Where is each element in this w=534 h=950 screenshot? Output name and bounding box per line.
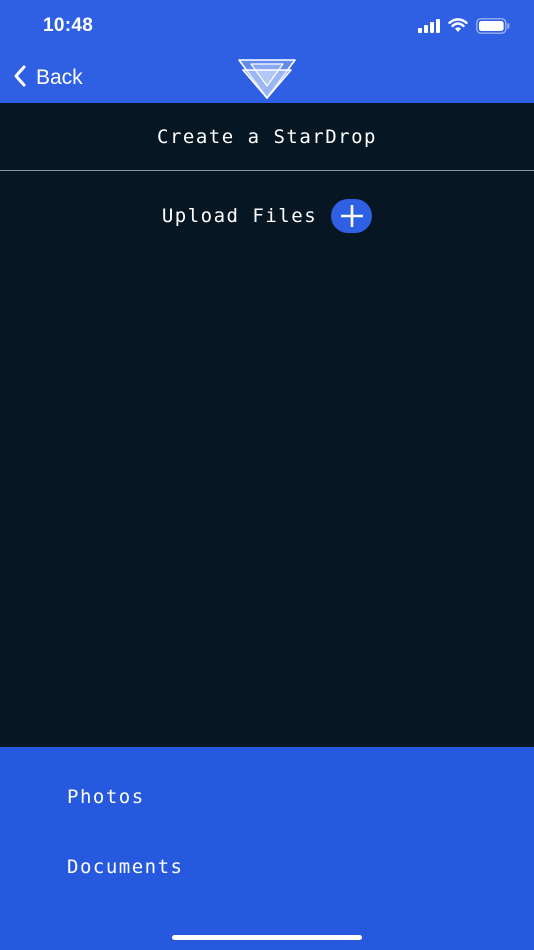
status-icons — [418, 17, 510, 39]
cellular-signal-icon — [418, 18, 440, 38]
home-indicator[interactable] — [172, 935, 362, 940]
plus-icon — [340, 205, 363, 227]
page-title-bar: Create a StarDrop — [0, 103, 534, 171]
chevron-left-icon — [12, 64, 28, 93]
upload-files-label: Upload Files — [161, 205, 318, 227]
photos-option[interactable]: Photos — [67, 786, 145, 808]
stardrop-logo — [237, 56, 297, 100]
documents-option[interactable]: Documents — [67, 856, 183, 878]
upload-files-button[interactable] — [331, 199, 373, 233]
upload-options-sheet: Photos Documents — [0, 747, 534, 950]
nav-header: 10:48 Back — [0, 0, 534, 103]
status-time: 10:48 — [43, 15, 94, 36]
upload-files-row[interactable]: Upload Files — [0, 196, 534, 236]
battery-icon — [476, 17, 510, 39]
page-title: Create a StarDrop — [157, 125, 377, 148]
back-label: Back — [36, 66, 83, 89]
back-button[interactable]: Back — [12, 62, 83, 94]
wifi-icon — [448, 18, 468, 38]
